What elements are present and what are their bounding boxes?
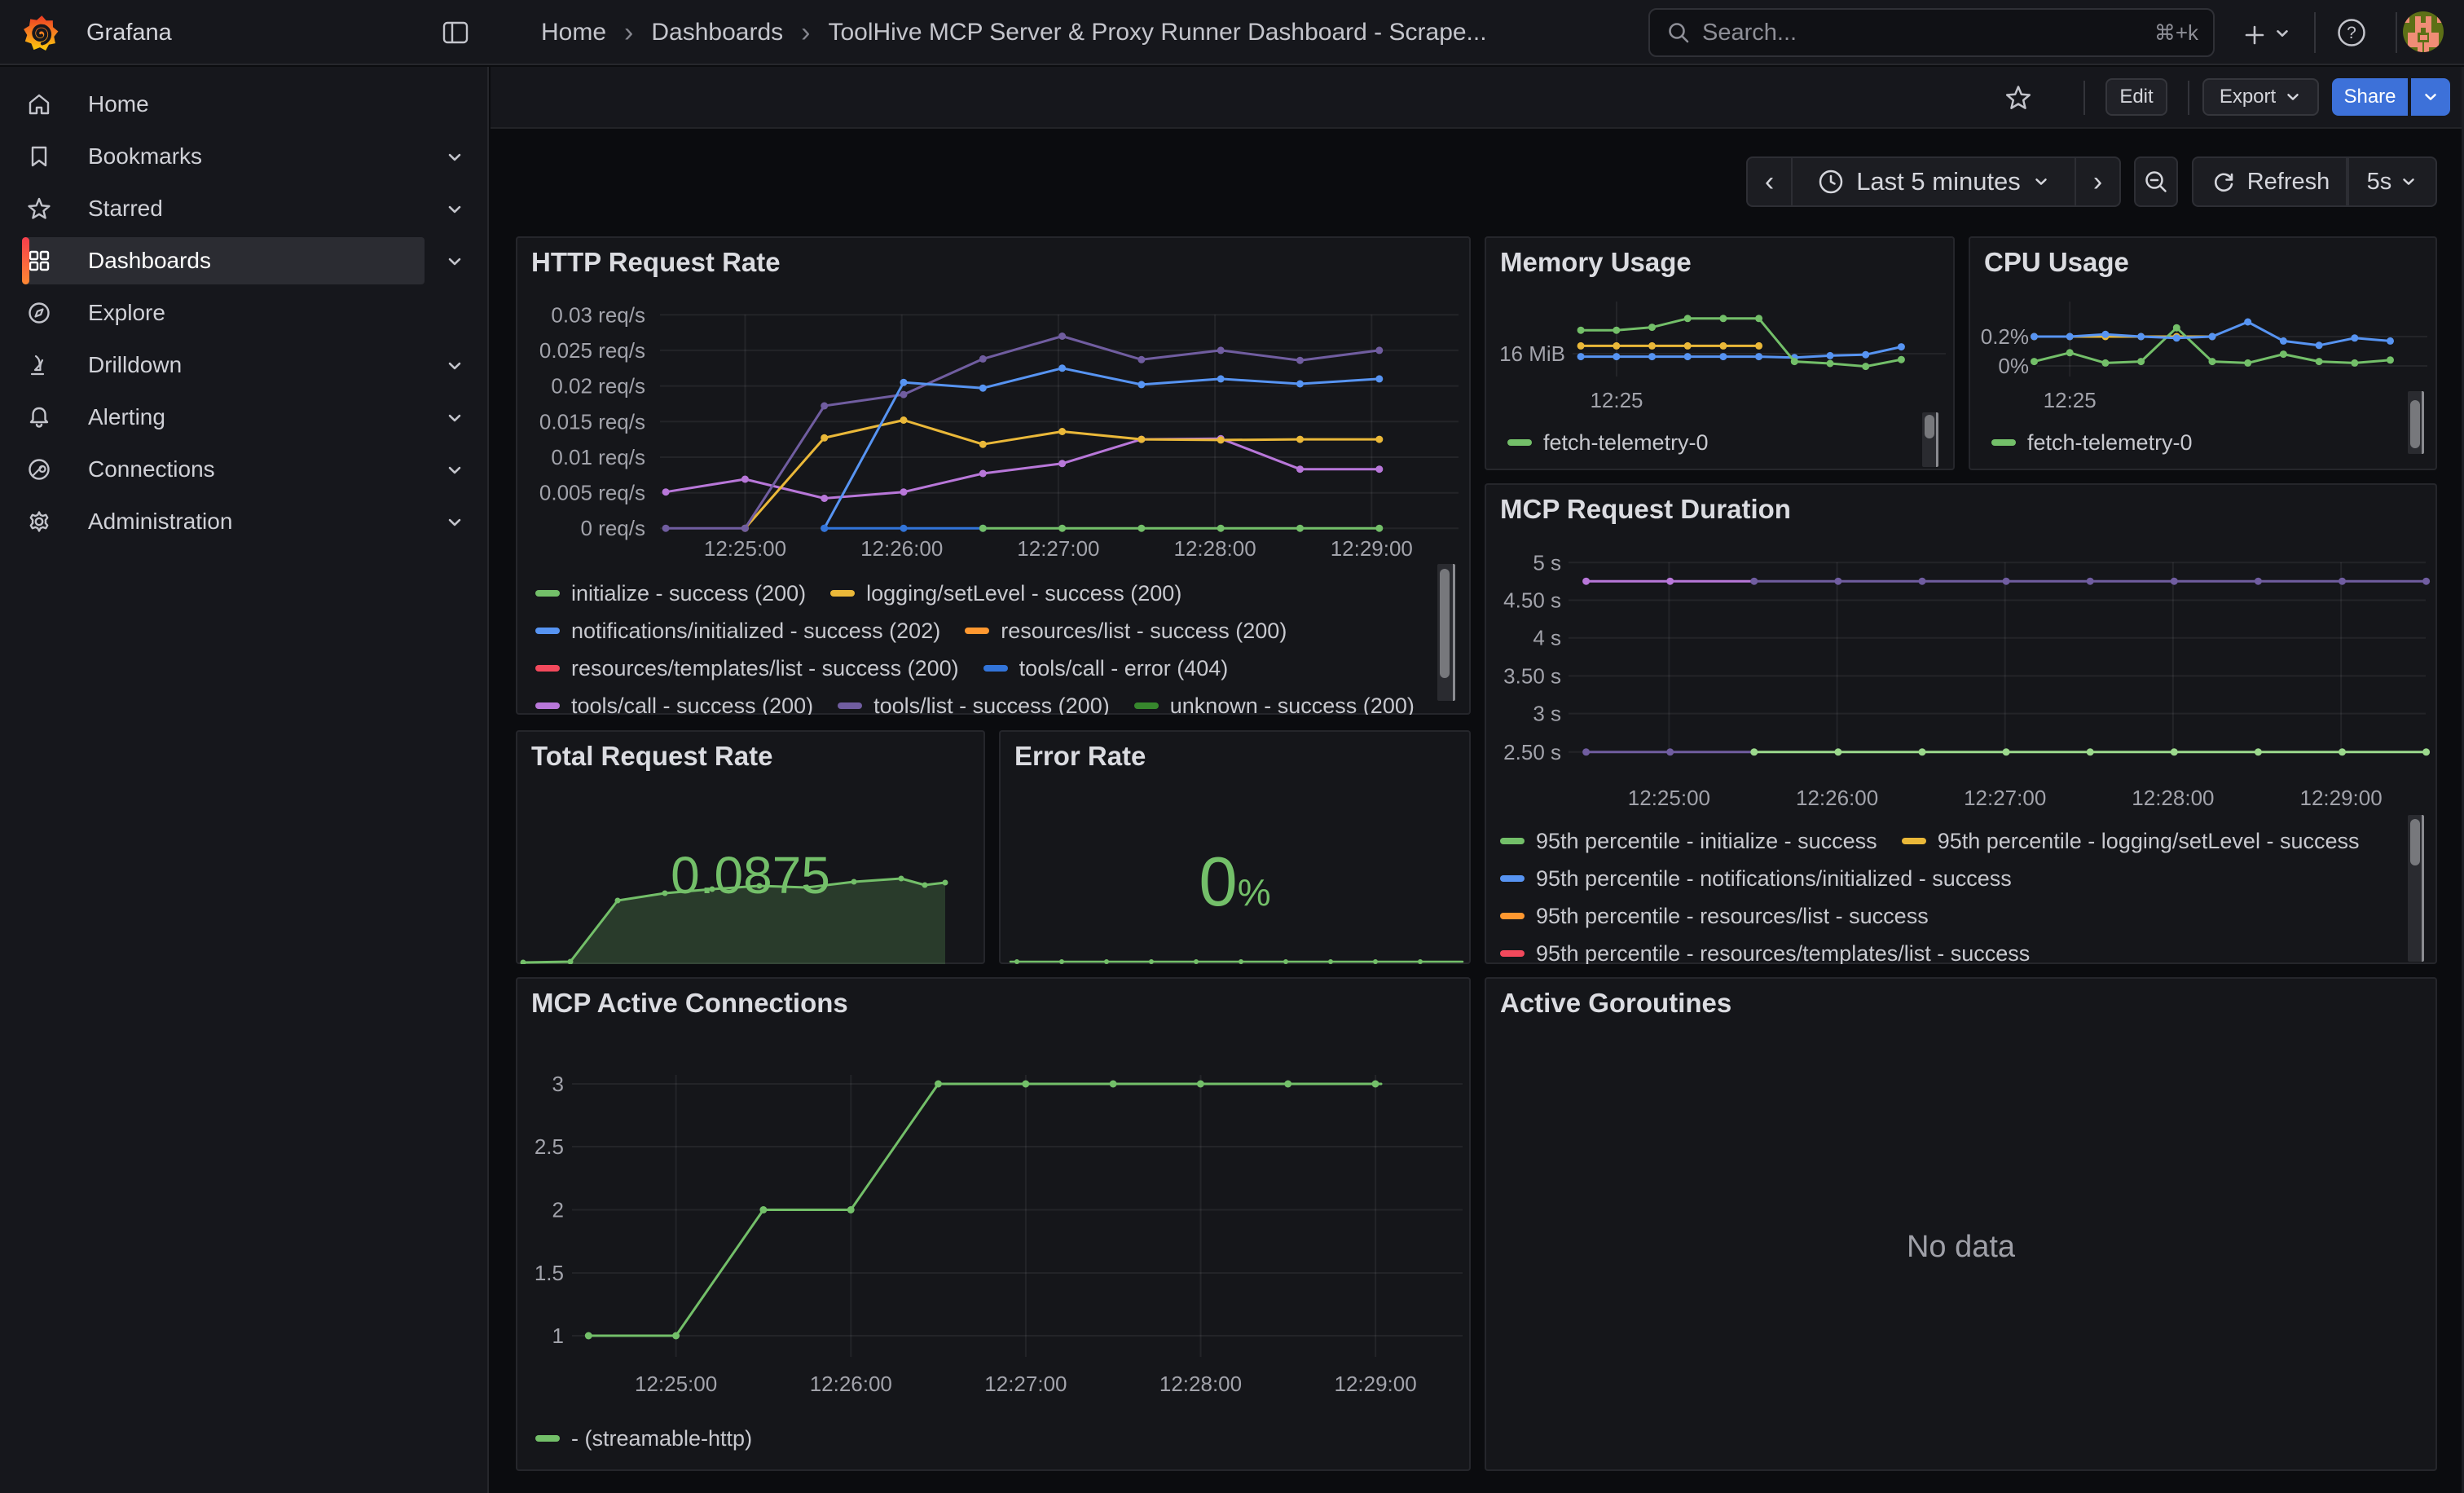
- svg-text:12:28:00: 12:28:00: [2132, 786, 2214, 810]
- svg-text:12:27:00: 12:27:00: [984, 1372, 1067, 1396]
- svg-text:12:26:00: 12:26:00: [810, 1372, 892, 1396]
- svg-text:5 s: 5 s: [1533, 550, 1561, 575]
- svg-text:3: 3: [552, 1072, 564, 1096]
- svg-text:12:25:00: 12:25:00: [704, 536, 786, 561]
- svg-text:12:29:00: 12:29:00: [2299, 786, 2382, 810]
- svg-text:2.50 s: 2.50 s: [1503, 740, 1561, 764]
- svg-text:3 s: 3 s: [1533, 702, 1561, 726]
- svg-text:16 MiB: 16 MiB: [1499, 341, 1565, 366]
- svg-text:12:27:00: 12:27:00: [1017, 536, 1099, 561]
- svg-text:0.015 req/s: 0.015 req/s: [539, 409, 645, 434]
- svg-text:0.2%: 0.2%: [1981, 324, 2029, 349]
- svg-text:12:28:00: 12:28:00: [1159, 1372, 1242, 1396]
- svg-text:0.02 req/s: 0.02 req/s: [551, 374, 645, 399]
- svg-text:12:25:00: 12:25:00: [1628, 786, 1710, 810]
- svg-text:12:27:00: 12:27:00: [1964, 786, 2046, 810]
- svg-text:4 s: 4 s: [1533, 626, 1561, 650]
- svg-text:2: 2: [552, 1198, 564, 1222]
- svg-text:0%: 0%: [1998, 354, 2029, 378]
- svg-text:12:26:00: 12:26:00: [1796, 786, 1878, 810]
- svg-text:12:25:00: 12:25:00: [635, 1372, 717, 1396]
- svg-text:4.50 s: 4.50 s: [1503, 588, 1561, 613]
- svg-text:1.5: 1.5: [535, 1261, 564, 1285]
- svg-text:12:28:00: 12:28:00: [1173, 536, 1256, 561]
- svg-text:1: 1: [552, 1323, 564, 1348]
- svg-text:0.01 req/s: 0.01 req/s: [551, 445, 645, 469]
- svg-text:12:25: 12:25: [1590, 388, 1643, 412]
- svg-text:12:26:00: 12:26:00: [860, 536, 943, 561]
- svg-text:0 req/s: 0 req/s: [581, 516, 646, 540]
- svg-text:12:25: 12:25: [2044, 388, 2097, 412]
- svg-text:0.03 req/s: 0.03 req/s: [551, 302, 645, 327]
- svg-text:0.005 req/s: 0.005 req/s: [539, 481, 645, 505]
- svg-text:0.025 req/s: 0.025 req/s: [539, 338, 645, 363]
- svg-text:?: ?: [2347, 24, 2356, 42]
- svg-text:12:29:00: 12:29:00: [1331, 536, 1413, 561]
- svg-text:2.5: 2.5: [535, 1134, 564, 1159]
- svg-text:3.50 s: 3.50 s: [1503, 663, 1561, 688]
- svg-text:12:29:00: 12:29:00: [1334, 1372, 1416, 1396]
